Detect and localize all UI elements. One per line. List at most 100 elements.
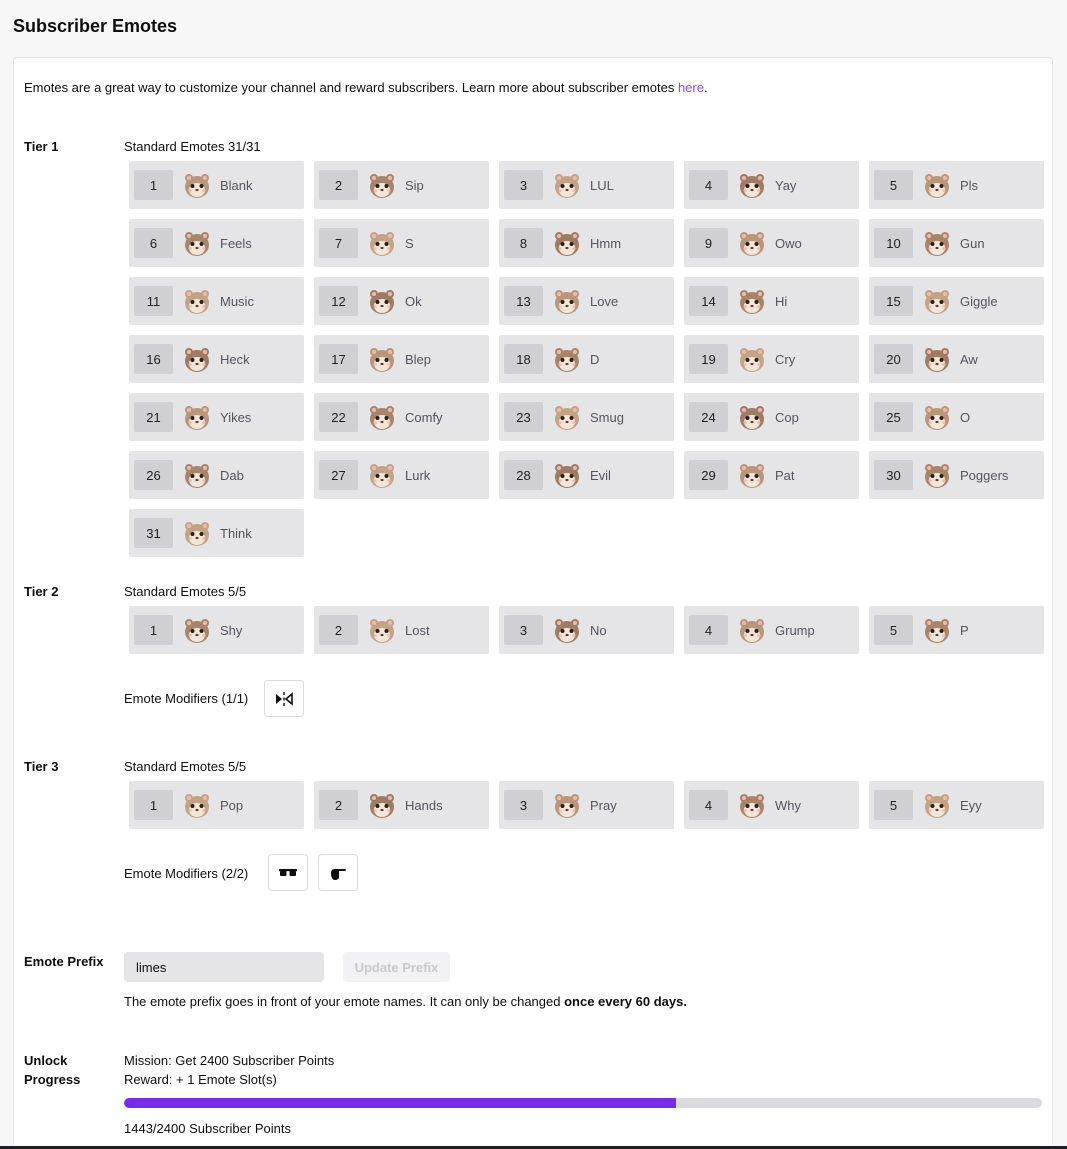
emote-tile[interactable]: 13 Love bbox=[499, 277, 674, 325]
emote-image bbox=[367, 228, 397, 258]
emote-image bbox=[737, 460, 767, 490]
emote-tile[interactable]: 5 Pls bbox=[869, 161, 1044, 209]
emote-tile[interactable]: 4 Grump bbox=[684, 606, 859, 654]
emote-image bbox=[182, 286, 212, 316]
emote-slot-number: 1 bbox=[134, 790, 173, 820]
tier-2-label: Tier 2 bbox=[24, 584, 59, 599]
emote-tile[interactable]: 23 Smug bbox=[499, 393, 674, 441]
tier-2-modifiers-label: Emote Modifiers (1/1) bbox=[124, 691, 249, 706]
emote-slot-number: 3 bbox=[504, 170, 543, 200]
emote-tile[interactable]: 2 Sip bbox=[314, 161, 489, 209]
emote-tile[interactable]: 18 D bbox=[499, 335, 674, 383]
emote-slot-number: 4 bbox=[689, 615, 728, 645]
emote-name: Pls bbox=[960, 177, 979, 193]
emote-image bbox=[737, 286, 767, 316]
emote-image bbox=[367, 402, 397, 432]
emote-tile[interactable]: 3 No bbox=[499, 606, 674, 654]
prefix-input[interactable] bbox=[124, 952, 324, 982]
emote-tile[interactable]: 28 Evil bbox=[499, 451, 674, 499]
emote-image bbox=[737, 615, 767, 645]
emote-slot-number: 3 bbox=[504, 790, 543, 820]
emote-name: Pop bbox=[220, 797, 244, 813]
emote-tile[interactable]: 4 Why bbox=[684, 781, 859, 829]
emote-prefix-label: Emote Prefix bbox=[24, 954, 104, 969]
emote-tile[interactable]: 25 O bbox=[869, 393, 1044, 441]
modifier-sunglasses-button[interactable] bbox=[268, 854, 308, 891]
emote-tile[interactable]: 26 Dab bbox=[129, 451, 304, 499]
emote-tile[interactable]: 5 Eyy bbox=[869, 781, 1044, 829]
page-title: Subscriber Emotes bbox=[13, 16, 178, 36]
emote-name: Lurk bbox=[405, 467, 431, 483]
emote-tile[interactable]: 2 Hands bbox=[314, 781, 489, 829]
intro-copy: Emotes are a great way to customize your… bbox=[24, 80, 678, 95]
emote-tile[interactable]: 10 Gun bbox=[869, 219, 1044, 267]
emote-slot-number: 3 bbox=[504, 615, 543, 645]
emote-tile[interactable]: 22 Comfy bbox=[314, 393, 489, 441]
emote-tile[interactable]: 3 LUL bbox=[499, 161, 674, 209]
emote-tile[interactable]: 5P bbox=[869, 606, 1044, 654]
emote-tile[interactable]: 17 Blep bbox=[314, 335, 489, 383]
emote-slot-number: 1 bbox=[134, 615, 173, 645]
emote-slot-number: 14 bbox=[689, 286, 728, 316]
emote-image bbox=[367, 790, 397, 820]
emote-slot-number: 31 bbox=[134, 518, 173, 548]
emote-name: Hands bbox=[405, 797, 443, 813]
emote-tile[interactable]: 6 Feels bbox=[129, 219, 304, 267]
emote-name: Hmm bbox=[590, 235, 622, 251]
reward-text: Reward: + 1 Emote Slot(s) bbox=[124, 1072, 277, 1087]
tier-3-label: Tier 3 bbox=[24, 759, 59, 774]
emote-tile[interactable]: 16 Heck bbox=[129, 335, 304, 383]
emote-name: P bbox=[960, 622, 969, 638]
emote-tile[interactable]: 1 Blank bbox=[129, 161, 304, 209]
emote-slot-number: 4 bbox=[689, 170, 728, 200]
emote-name: Yay bbox=[775, 177, 797, 193]
emote-tile[interactable]: 1 Pop bbox=[129, 781, 304, 829]
emote-slot-number: 9 bbox=[689, 228, 728, 258]
emote-image bbox=[922, 790, 952, 820]
emote-tile[interactable]: 3 Pray bbox=[499, 781, 674, 829]
emote-name: Pat bbox=[775, 467, 795, 483]
emote-slot-number: 27 bbox=[319, 460, 358, 490]
emote-name: Comfy bbox=[405, 409, 443, 425]
emote-tile[interactable]: 11 Music bbox=[129, 277, 304, 325]
emote-tile[interactable]: 4 Yay bbox=[684, 161, 859, 209]
sunglasses-icon bbox=[279, 868, 297, 876]
modifier-pointing-hand-button[interactable] bbox=[318, 854, 358, 891]
emote-slot-number: 5 bbox=[874, 615, 913, 645]
prefix-help-text: The emote prefix goes in front of your e… bbox=[124, 994, 687, 1009]
emote-tile[interactable]: 9 Owo bbox=[684, 219, 859, 267]
unlock-progress-label: Unlock Progress bbox=[24, 1051, 80, 1089]
intro-period: . bbox=[703, 80, 708, 95]
emote-tile[interactable]: 8 Hmm bbox=[499, 219, 674, 267]
emote-image bbox=[552, 615, 582, 645]
emote-name: Evil bbox=[590, 467, 611, 483]
emote-tile[interactable]: 31 Think bbox=[129, 509, 304, 557]
emote-tile[interactable]: 29 Pat bbox=[684, 451, 859, 499]
emote-tile[interactable]: 14 Hi bbox=[684, 277, 859, 325]
emote-slot-number: 19 bbox=[689, 344, 728, 374]
emote-name: Cop bbox=[775, 409, 799, 425]
emote-tile[interactable]: 20 Aw bbox=[869, 335, 1044, 383]
progress-bar bbox=[124, 1098, 1042, 1108]
emote-tile[interactable]: 7S bbox=[314, 219, 489, 267]
emote-tile[interactable]: 15 Giggle bbox=[869, 277, 1044, 325]
emote-tile[interactable]: 21 Yikes bbox=[129, 393, 304, 441]
update-prefix-button[interactable]: Update Prefix bbox=[343, 952, 450, 982]
emote-name: S bbox=[405, 235, 414, 251]
emote-tile[interactable]: 12 Ok bbox=[314, 277, 489, 325]
emote-image bbox=[367, 170, 397, 200]
emote-image bbox=[182, 344, 212, 374]
emote-slot-number: 12 bbox=[319, 286, 358, 316]
emote-slot-number: 11 bbox=[134, 286, 173, 316]
emote-tile[interactable]: 24 Cop bbox=[684, 393, 859, 441]
emote-name: Hi bbox=[775, 293, 788, 309]
emote-name: Dab bbox=[220, 467, 244, 483]
emote-tile[interactable]: 2 Lost bbox=[314, 606, 489, 654]
learn-more-link[interactable]: here bbox=[678, 80, 704, 95]
emote-slot-number: 13 bbox=[504, 286, 543, 316]
modifier-flip-button[interactable] bbox=[264, 680, 304, 717]
emote-tile[interactable]: 30 Poggers bbox=[869, 451, 1044, 499]
emote-tile[interactable]: 19 Cry bbox=[684, 335, 859, 383]
emote-tile[interactable]: 1 Shy bbox=[129, 606, 304, 654]
emote-tile[interactable]: 27 Lurk bbox=[314, 451, 489, 499]
